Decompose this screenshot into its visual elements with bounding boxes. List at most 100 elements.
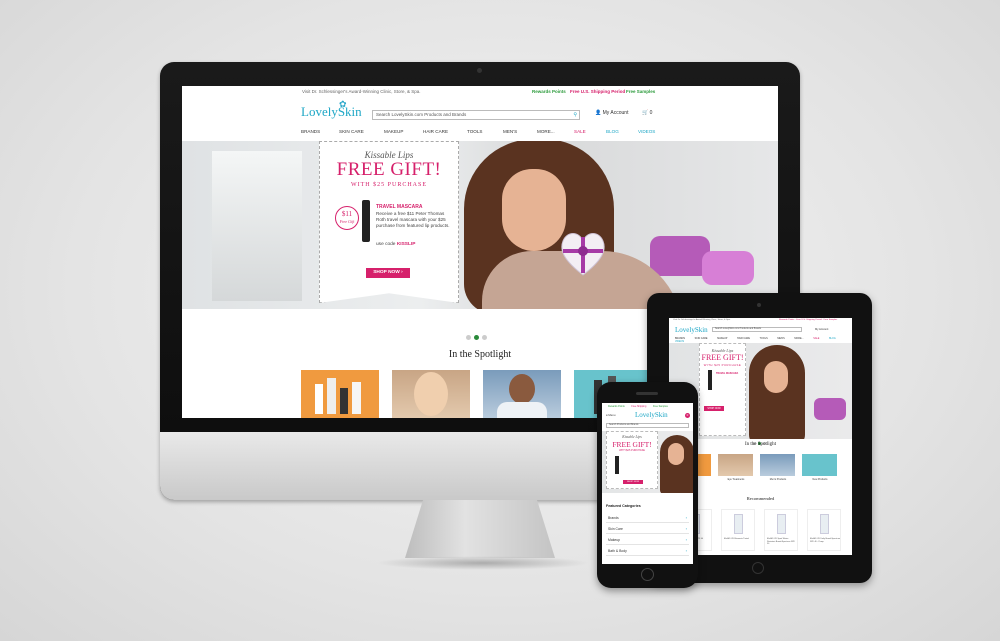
nav-makeup[interactable]: MAKEUP [384,129,403,134]
gift-item-description: Receive a free $11 Peter Thomas Roth tra… [376,211,450,228]
promo-headline: FREE GIFT! [336,159,442,180]
tablet-caption-new[interactable]: New Products [800,478,840,481]
phone-utility-bar: Rewards Points Free Shipping Free Sample… [602,403,693,409]
tablet-search-input[interactable]: Search LovelySkin.com Products and Brand… [712,327,802,332]
tablet-promo-links[interactable]: Rewards Points · Free U.S. Shipping Peri… [779,319,837,321]
phone-hero-banner[interactable]: Kissable Lips FREE GIFT! WITH $25 PURCHA… [602,431,693,493]
phone-rewards-link[interactable]: Rewards Points [608,405,625,408]
my-account-link[interactable]: 👤 My Account [595,110,628,116]
nav-tools[interactable]: TOOLS [467,129,483,134]
category-label: Makeup [608,538,621,542]
phone-search-input[interactable]: Search Products and Brands [606,423,689,428]
tablet-home-button[interactable] [752,562,764,574]
site-logo[interactable]: LovelySkin [301,104,362,120]
carousel-dot[interactable] [482,335,487,340]
user-icon: 👤 [595,110,602,116]
mascara-tube [615,456,619,474]
phone-shop-now-button[interactable]: SHOP NOW [623,480,643,484]
tablet-promo-sub: WITH $25 PURCHASE [703,363,742,367]
phone-samples-link[interactable]: Free Samples [653,405,668,408]
chevron-right-icon: › [685,526,687,531]
rewards-link[interactable]: Rewards Points [532,89,566,94]
shop-now-button[interactable]: SHOP NOW › [366,268,410,278]
product-name: EltaMD UV Elements Tinted [724,538,749,540]
cart-button[interactable]: 🛒 0 [642,110,652,116]
tablet-clinic-link[interactable]: Visit Dr. Schlessinger's Award-Winning C… [673,319,731,321]
chevron-right-icon: › [685,548,687,553]
tablet-shop-now-button[interactable]: SHOP NOW [704,406,724,411]
model-face [764,361,788,393]
tablet-product-card[interactable]: EltaMD UV Sport Water-Resistant Broad-Sp… [764,509,798,551]
gift-item-title: TRAVEL MASCARA [376,204,423,210]
nav-mens[interactable]: MEN'S [503,129,517,134]
nav-hair-care[interactable]: HAIR CARE [423,129,448,134]
category-row-bath-body[interactable]: Bath & Body › [606,546,689,556]
hamburger-menu-button[interactable]: ≡ Menu [606,413,615,417]
cart-count: 0 [649,110,653,116]
tablet-nav-tools[interactable]: TOOLS [760,337,768,340]
nav-blog[interactable]: BLOG [606,129,619,134]
chevron-right-icon: › [401,270,403,275]
search-placeholder: Search LovelySkin.com Products and Brand… [376,112,467,117]
carousel-dot[interactable] [466,335,471,340]
tablet-nav-sale[interactable]: SALE [813,337,819,340]
tablet-nav-makeup[interactable]: MAKEUP [717,337,727,340]
phone-home-button[interactable] [641,568,654,581]
tablet-nav-skin-care[interactable]: SKIN CARE [695,337,708,340]
search-icon[interactable]: ⚲ [573,112,577,118]
featured-categories-title: Featured Categories [606,504,641,508]
tablet-promo-headline: FREE GIFT! [701,353,744,362]
phone-cart-badge[interactable]: 0 [685,413,690,418]
phone-screen: Rewards Points Free Shipping Free Sample… [602,403,693,564]
tablet-spotlight-tile-eye[interactable] [718,454,753,476]
badge-price: $11 [341,210,353,218]
samples-link[interactable]: Free Samples [626,89,655,94]
nav-sale[interactable]: SALE [574,129,586,134]
purple-pillow [650,236,710,276]
flower-logo-icon: ✿ [339,99,347,109]
tablet-spotlight-tile-mens[interactable] [760,454,795,476]
shop-now-label: SHOP NOW [373,270,400,275]
nav-videos[interactable]: VIDEOS [638,129,655,134]
nav-more[interactable]: MORE... [537,129,555,134]
nav-skin-care[interactable]: SKIN CARE [339,129,364,134]
tablet-nav-hair-care[interactable]: HAIR CARE [737,337,750,340]
promo-code: KISSLIP [396,242,416,247]
spotlight-tile-products[interactable] [301,370,379,418]
tablet-nav-more[interactable]: MORE... [794,337,803,340]
product-name: EltaMD UV Daily Broad-Spectrum SPF 40 - … [810,538,841,543]
tablet-product-card[interactable]: EltaMD UV Daily Broad-Spectrum SPF 40 - … [807,509,841,551]
tablet-my-account-link[interactable]: My Account [815,328,828,331]
carousel-dot-active[interactable] [474,335,479,340]
category-label: Brands [608,516,619,520]
shipping-link[interactable]: Free U.S. Shipping Period [570,89,625,94]
phone-shipping-link[interactable]: Free Shipping [631,405,646,408]
category-row-skin-care[interactable]: Skin Care › [606,524,689,534]
clinic-link[interactable]: Visit Dr. Schlessinger's Award-Winning C… [302,89,421,94]
tablet-utility-bar: Visit Dr. Schlessinger's Award-Winning C… [669,318,852,322]
tablet-nav-blog[interactable]: BLOG [829,337,836,340]
model-face [668,443,684,465]
nav-brands[interactable]: BRANDS [301,129,320,134]
category-row-brands[interactable]: Brands › [606,513,689,523]
phone-speaker [636,392,658,395]
hero-banner[interactable]: Kissable Lips FREE GIFT! WITH $25 PURCHA… [182,141,778,309]
phone-promo-sub: WITH $25 PURCHASE [619,449,645,452]
background-window [212,151,302,301]
phone-site-logo[interactable]: LovelySkin [635,411,668,419]
spotlight-tile-eye-treatments[interactable] [392,370,470,418]
tablet-caption-mens[interactable]: Men's Products [758,478,798,481]
badge-text: Free Gift [339,219,355,224]
spotlight-tile-mens-products[interactable] [483,370,561,418]
tablet-site-logo[interactable]: LovelySkin [675,326,708,334]
tablet-caption-eye[interactable]: Eye Treatments [716,478,756,481]
search-input[interactable]: Search LovelySkin.com Products and Brand… [372,110,580,120]
purple-pillow [814,398,846,420]
category-label: Bath & Body [608,549,627,553]
tablet-nav-mens[interactable]: MEN'S [777,337,784,340]
category-row-makeup[interactable]: Makeup › [606,535,689,545]
category-label: Skin Care [608,527,623,531]
phone-promo-kicker: Kissable Lips [622,435,642,439]
tablet-spotlight-tile-new[interactable] [802,454,837,476]
tablet-product-card[interactable]: EltaMD UV Elements Tinted [721,509,755,551]
